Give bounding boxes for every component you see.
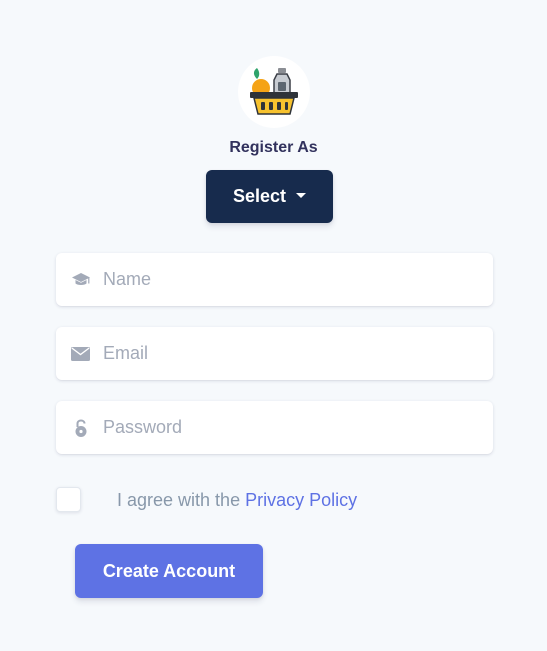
privacy-policy-link[interactable]: Privacy Policy bbox=[245, 490, 357, 510]
lock-open-icon bbox=[56, 418, 103, 438]
create-account-button[interactable]: Create Account bbox=[75, 544, 263, 598]
envelope-icon bbox=[56, 346, 103, 361]
email-input[interactable] bbox=[103, 333, 473, 374]
role-select-button[interactable]: Select bbox=[206, 170, 333, 223]
grocery-basket-icon bbox=[250, 68, 298, 115]
register-as-label: Register As bbox=[229, 139, 318, 156]
name-input[interactable] bbox=[103, 259, 473, 300]
password-input[interactable] bbox=[103, 407, 473, 448]
agree-label: I agree with the bbox=[117, 490, 241, 510]
password-field[interactable] bbox=[56, 401, 493, 454]
caret-down-icon bbox=[296, 193, 307, 198]
app-logo bbox=[238, 56, 310, 128]
role-select-label: Select bbox=[232, 186, 287, 206]
name-field[interactable] bbox=[56, 253, 493, 306]
graduation-cap-icon bbox=[56, 272, 103, 288]
agree-checkbox[interactable] bbox=[56, 487, 81, 512]
agree-text: I agree with the Privacy Policy bbox=[117, 490, 357, 511]
email-field[interactable] bbox=[56, 327, 493, 380]
